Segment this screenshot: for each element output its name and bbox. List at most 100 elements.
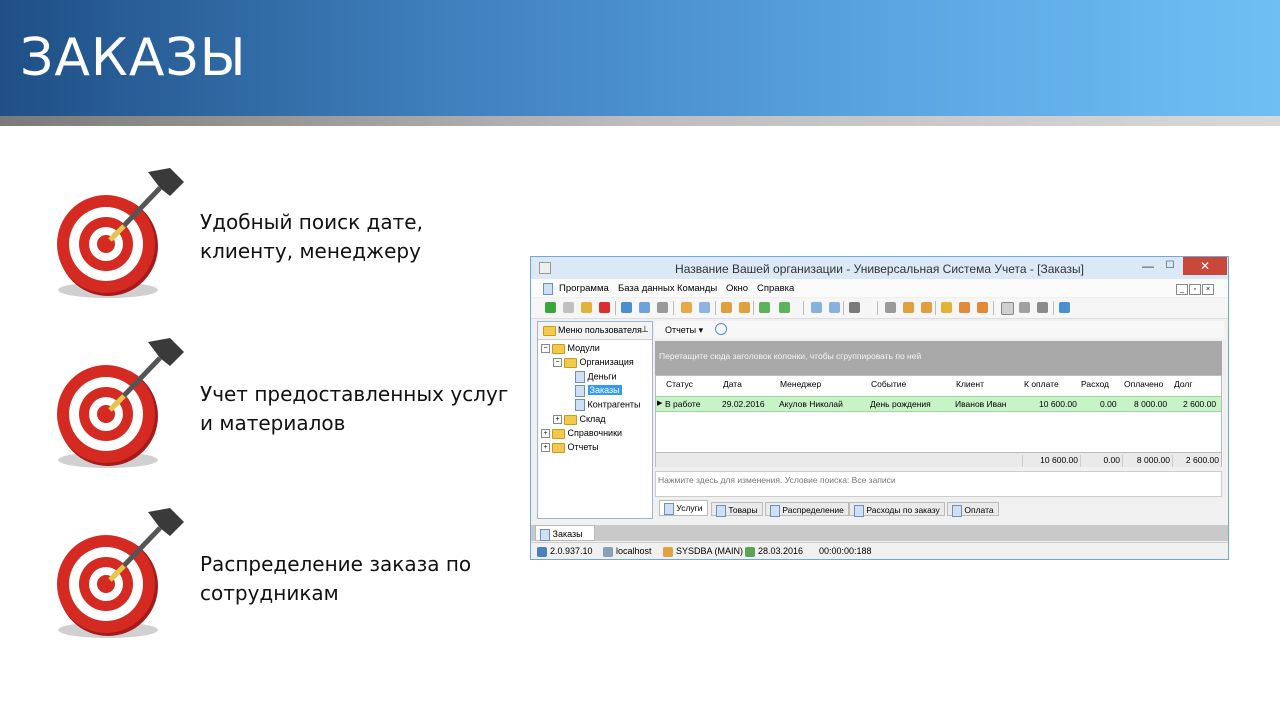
edit-icon[interactable] [581, 302, 592, 313]
new-window-icon[interactable] [811, 302, 822, 313]
toolbar-separator [715, 301, 716, 315]
cell-date: 29.02.2016 [722, 399, 765, 409]
mdi-restore-icon[interactable]: ▫ [1189, 284, 1201, 295]
tree-node-reports[interactable]: + Отчеты [541, 442, 599, 453]
menu-window[interactable]: Окно [726, 283, 748, 294]
column-header[interactable]: Расход [1081, 379, 1109, 389]
tab-payment[interactable]: Оплата [947, 502, 999, 517]
menu-app-icon [543, 283, 553, 295]
copy-icon[interactable] [563, 302, 574, 313]
status-user: SYSDBA (MAIN) [663, 546, 743, 557]
comment-icon[interactable] [699, 302, 710, 313]
toolbar-separator [615, 301, 616, 315]
folder-icon [564, 357, 577, 368]
document-tab-orders[interactable]: Заказы [535, 525, 595, 541]
document-strip [531, 525, 1228, 541]
reports-button[interactable]: Отчеты ▾ [665, 325, 703, 336]
tree-node-contractors[interactable]: Контрагенты [575, 399, 641, 411]
play-icon[interactable] [1037, 302, 1048, 313]
column-header[interactable]: К оплате [1024, 379, 1059, 389]
tree-node-warehouse[interactable]: + Склад [553, 414, 606, 425]
menu-program[interactable]: Программа [559, 283, 609, 294]
menu-database[interactable]: База данных [618, 283, 675, 294]
document-icon [952, 504, 962, 517]
menu-help[interactable]: Справка [757, 283, 794, 294]
folder-icon [552, 343, 565, 354]
filter-text: Нажмите здесь для изменения. Условие пои… [658, 475, 896, 485]
close-window-icon[interactable] [829, 302, 840, 313]
clock-icon[interactable] [715, 323, 727, 335]
maximize-icon[interactable]: ☐ [1157, 257, 1183, 275]
column-header[interactable]: Событие [871, 379, 906, 389]
pin-icon[interactable]: ⊥ [641, 324, 649, 335]
column-header[interactable]: Менеджер [780, 379, 821, 389]
collapse-icon[interactable]: − [541, 344, 550, 354]
close-icon[interactable]: ✕ [1183, 257, 1227, 275]
tab-services[interactable]: Услуги [659, 500, 708, 516]
tree-label: Деньги [587, 371, 617, 382]
add-icon[interactable] [545, 302, 556, 313]
mdi-close-icon[interactable]: × [1202, 284, 1214, 295]
tree-node-orders[interactable]: Заказы [575, 385, 622, 397]
column-header[interactable]: Долг [1174, 379, 1192, 389]
feature-line: Удобный поиск дате, [200, 210, 423, 234]
tree-label: Организация [579, 357, 634, 367]
column-header[interactable]: Статус [666, 379, 693, 389]
import-icon[interactable] [779, 302, 790, 313]
toolbar-separator [803, 301, 804, 315]
toolbar-separator [993, 301, 994, 315]
tab-distribution[interactable]: Распределение [765, 502, 849, 517]
column-header[interactable]: Оплачено [1124, 379, 1163, 389]
filter-icon[interactable] [657, 302, 668, 313]
document-icon [664, 502, 674, 515]
chart-icon[interactable] [681, 302, 692, 313]
wand-icon[interactable] [903, 302, 914, 313]
document-icon [854, 504, 864, 517]
expand-icon[interactable]: + [541, 429, 550, 439]
info-icon[interactable] [1059, 302, 1070, 313]
tree-node-modules[interactable]: − Модули [541, 343, 600, 354]
reports-toolbar: Отчеты ▾ [655, 321, 1225, 338]
user-settings-icon[interactable] [977, 302, 988, 313]
cell-status: В работе [665, 399, 701, 409]
total-paid: 8 000.00 [1122, 455, 1172, 467]
delete-icon[interactable] [599, 302, 610, 313]
window-titlebar[interactable]: Название Вашей организации - Универсальн… [531, 257, 1228, 279]
menu-commands[interactable]: Команды [677, 283, 717, 294]
tab-goods[interactable]: Товары [711, 502, 763, 517]
tools-icon[interactable] [885, 302, 896, 313]
tab-order-expenses[interactable]: Расходы по заказу [849, 502, 945, 517]
refresh-icon[interactable] [639, 302, 650, 313]
panel-header: Меню пользователя ⊥ [538, 322, 652, 340]
users-icon[interactable] [959, 302, 970, 313]
tree-node-money[interactable]: Деньги [575, 371, 617, 383]
lock-icon[interactable] [941, 302, 952, 313]
tree-node-references[interactable]: + Справочники [541, 428, 622, 439]
sort-asc-icon[interactable] [721, 302, 732, 313]
table-row[interactable]: ▶ В работе 29.02.2016 Акулов Николай Ден… [656, 396, 1221, 412]
search-icon[interactable] [621, 302, 632, 313]
total-to-pay: 10 600.00 [1022, 455, 1080, 467]
export-icon[interactable] [759, 302, 770, 313]
note-icon[interactable] [921, 302, 932, 313]
filter-bar[interactable]: Нажмите здесь для изменения. Условие пои… [655, 471, 1222, 497]
column-header[interactable]: Клиент [956, 379, 984, 389]
tree-label: Контрагенты [587, 399, 641, 410]
sound-icon[interactable] [849, 302, 860, 313]
window-icon[interactable] [1001, 302, 1014, 315]
print-icon[interactable] [1019, 302, 1030, 313]
expand-icon[interactable]: + [553, 415, 562, 425]
user-menu-panel: Меню пользователя ⊥ − Модули − Организац… [537, 321, 653, 519]
tree-label: Модули [567, 343, 600, 353]
column-header[interactable]: Дата [723, 379, 742, 389]
tree-node-organization[interactable]: − Организация [553, 357, 634, 368]
group-panel[interactable]: Перетащите сюда заголовок колонки, чтобы… [655, 341, 1222, 375]
expand-icon[interactable]: + [541, 443, 550, 453]
tree-label: Заказы [587, 385, 622, 396]
sort-desc-icon[interactable] [739, 302, 750, 313]
document-icon [575, 399, 585, 411]
mdi-minimize-icon[interactable]: _ [1176, 284, 1188, 295]
app-window: Название Вашей организации - Универсальн… [530, 256, 1229, 560]
document-icon [575, 371, 585, 383]
collapse-icon[interactable]: − [553, 358, 562, 368]
